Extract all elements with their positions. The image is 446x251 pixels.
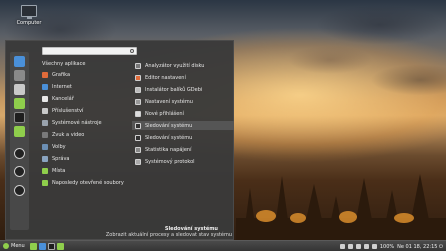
new-login-icon — [135, 110, 141, 117]
category-label: Správa — [52, 155, 70, 162]
category-all[interactable]: Všechny aplikace — [42, 59, 126, 68]
network-icon[interactable] — [355, 244, 361, 249]
lock-screen-icon[interactable] — [14, 148, 25, 159]
office-icon — [42, 95, 48, 102]
app-system-log[interactable]: Systémový protokol — [132, 157, 234, 166]
search-icon — [130, 49, 134, 53]
system-monitor-icon — [135, 122, 141, 129]
app-system-monitor[interactable]: Sledování systému — [132, 133, 234, 142]
battery-icon[interactable] — [371, 244, 377, 249]
category-label: Všechny aplikace — [42, 60, 86, 67]
update-icon[interactable] — [347, 244, 353, 249]
clock[interactable]: Ne 01 18, 22:15 ⏻ — [397, 244, 443, 250]
app-label: Statistika napájení — [145, 146, 192, 153]
app-label: Nastavení systému — [145, 98, 193, 105]
category-recent-files[interactable]: Naposledy otevřené soubory — [42, 178, 126, 187]
app-label: Systémový protokol — [145, 158, 195, 165]
folder-icon — [42, 179, 48, 186]
mint-logo-icon — [3, 243, 9, 249]
category-graphics[interactable]: Grafika — [42, 70, 126, 79]
category-label: Grafika — [52, 71, 71, 78]
system-log-icon — [135, 158, 141, 165]
terminal-launcher-icon[interactable] — [47, 242, 55, 250]
accessories-icon — [42, 107, 48, 114]
category-label: Místa — [52, 167, 66, 174]
app-system-settings[interactable]: Nastavení systému — [132, 97, 234, 106]
wallpaper-trees — [236, 174, 446, 240]
computer-icon — [21, 5, 37, 19]
category-internet[interactable]: Internet — [42, 82, 126, 91]
favorites-bar — [10, 52, 29, 230]
category-administration[interactable]: Správa — [42, 154, 126, 163]
menu-button-label: Menu — [11, 243, 25, 249]
volume-icon[interactable] — [363, 244, 369, 249]
shutdown-icon[interactable] — [14, 185, 25, 196]
package-icon[interactable] — [14, 98, 25, 109]
category-places[interactable]: Místa — [42, 166, 126, 175]
category-label: Systémové nástroje — [52, 119, 102, 126]
sound-video-icon — [42, 131, 48, 138]
graphics-icon — [42, 71, 48, 78]
system-tray: 100% Ne 01 18, 22:15 ⏻ — [339, 242, 443, 251]
terminal-icon[interactable] — [14, 112, 25, 123]
category-label: Kancelář — [52, 95, 74, 102]
show-desktop-icon[interactable] — [29, 242, 37, 250]
category-label: Volby — [52, 143, 66, 150]
internet-icon — [42, 83, 48, 90]
files-icon[interactable] — [14, 126, 25, 137]
app-label: Sledování systému — [145, 134, 193, 141]
app-description-text: Zobrazit aktuální procesy a sledovat sta… — [105, 232, 232, 238]
app-label: Instalátor balíků GDebi — [145, 86, 203, 93]
system-settings-icon — [135, 98, 141, 105]
folder-icon — [42, 167, 48, 174]
preferences-icon — [42, 143, 48, 150]
app-settings-editor[interactable]: Editor nastavení — [132, 73, 234, 82]
settings-editor-icon — [135, 74, 141, 81]
app-power-statistics[interactable]: Statistika napájení — [132, 145, 234, 154]
category-label: Naposledy otevřené soubory — [52, 179, 124, 186]
menu-button[interactable]: Menu — [0, 241, 28, 251]
app-label: Editor nastavení — [145, 74, 186, 81]
category-label: Internet — [52, 83, 72, 90]
app-label: Sledování systému — [145, 122, 193, 129]
desktop-icon-label: Computer — [16, 20, 42, 26]
app-label: Nové přihlášení — [145, 110, 184, 117]
firefox-icon[interactable] — [14, 56, 25, 67]
category-system-tools[interactable]: Systémové nástroje — [42, 118, 126, 127]
files-launcher-icon[interactable] — [56, 242, 64, 250]
browser-launcher-icon[interactable] — [38, 242, 46, 250]
package-installer-icon — [135, 86, 141, 93]
administration-icon — [42, 155, 48, 162]
category-label: Zvuk a video — [52, 131, 85, 138]
app-system-monitor-selected[interactable]: Sledování systému — [132, 121, 234, 130]
shield-icon[interactable] — [339, 244, 345, 249]
power-statistics-icon — [135, 146, 141, 153]
software-manager-icon[interactable] — [14, 70, 25, 81]
app-label: Analyzátor využití disku — [145, 62, 205, 69]
application-menu: Všechny aplikace Grafika Internet Kancel… — [5, 40, 234, 240]
category-office[interactable]: Kancelář — [42, 94, 126, 103]
settings-icon[interactable] — [14, 84, 25, 95]
search-input[interactable] — [42, 47, 137, 55]
category-accessories[interactable]: Příslušenství — [42, 106, 126, 115]
system-monitor-icon — [135, 134, 141, 141]
category-preferences[interactable]: Volby — [42, 142, 126, 151]
battery-percentage: 100% — [379, 243, 395, 250]
taskbar: Menu 100% Ne 01 18, 22:15 ⏻ — [0, 240, 446, 251]
category-sound-video[interactable]: Zvuk a video — [42, 130, 126, 139]
logout-icon[interactable] — [14, 166, 25, 177]
app-disk-usage-analyzer[interactable]: Analyzátor využití disku — [132, 61, 234, 70]
app-new-login[interactable]: Nové přihlášení — [132, 109, 234, 118]
disk-usage-icon — [135, 62, 141, 69]
desktop-computer-icon[interactable]: Computer — [14, 5, 44, 27]
category-label: Příslušenství — [52, 107, 84, 114]
app-gdebi-installer[interactable]: Instalátor balíků GDebi — [132, 85, 234, 94]
system-tools-icon — [42, 119, 48, 126]
